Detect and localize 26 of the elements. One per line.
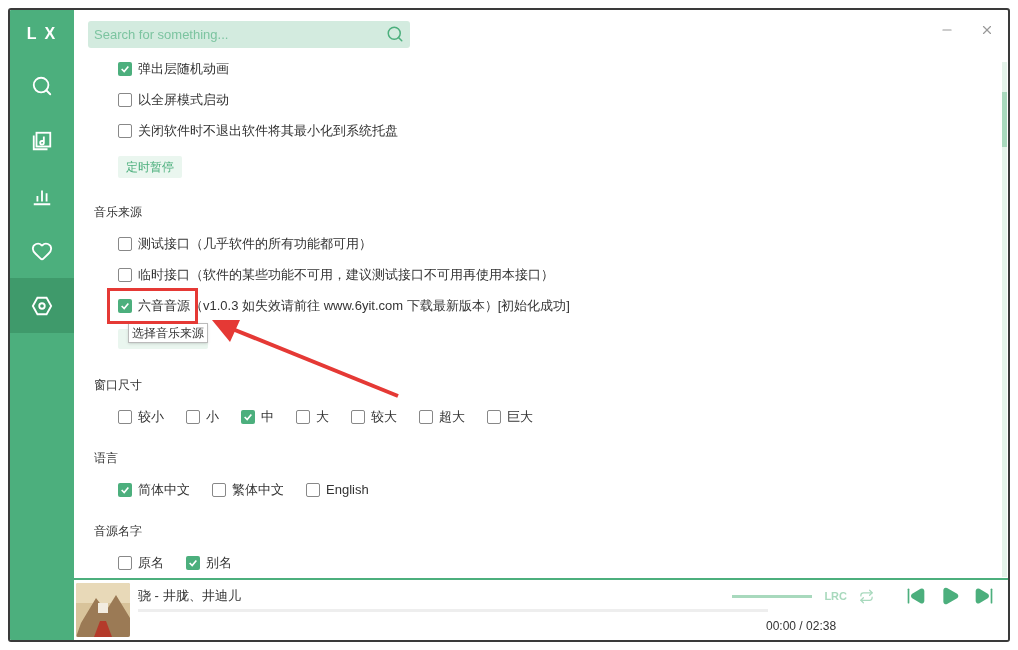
option-label: 原名 bbox=[138, 553, 164, 572]
tooltip: 选择音乐来源 bbox=[128, 323, 208, 343]
option-label: 较小 bbox=[138, 407, 164, 426]
option-label: 小 bbox=[206, 407, 219, 426]
option-label: 关闭软件时不退出软件将其最小化到系统托盘 bbox=[138, 121, 398, 140]
option-label: 简体中文 bbox=[138, 480, 190, 499]
song-title: 骁 - 井胧、井迪儿 bbox=[138, 587, 241, 606]
option-label: 以全屏模式启动 bbox=[138, 90, 229, 109]
option-label: 较大 bbox=[371, 407, 397, 426]
section-title: 语言 bbox=[94, 450, 119, 467]
option-label: 中 bbox=[261, 407, 274, 426]
option-label: 繁体中文 bbox=[232, 480, 284, 499]
option-label: 临时接口（软件的某些功能不可用，建议测试接口不可用再使用本接口） bbox=[138, 265, 554, 284]
option-label: English bbox=[326, 480, 369, 499]
section-title: 音乐来源 bbox=[94, 204, 143, 221]
option-label: 测试接口（几乎软件的所有功能都可用） bbox=[138, 234, 372, 253]
option-label: 巨大 bbox=[507, 407, 533, 426]
time-label: 00:00 / 02:38 bbox=[766, 618, 838, 635]
logo: L X bbox=[25, 24, 59, 44]
option-label: 弹出层随机动画 bbox=[138, 59, 229, 78]
option-label: 别名 bbox=[206, 553, 232, 572]
option-label: 六音音源（v1.0.3 如失效请前往 www.6yit.com 下载最新版本）[初始化成功] bbox=[138, 296, 570, 315]
option-label: 大 bbox=[316, 407, 329, 426]
section-title: 音源名字 bbox=[94, 523, 143, 540]
option-label: 超大 bbox=[439, 407, 465, 426]
section-title: 窗口尺寸 bbox=[94, 377, 143, 394]
